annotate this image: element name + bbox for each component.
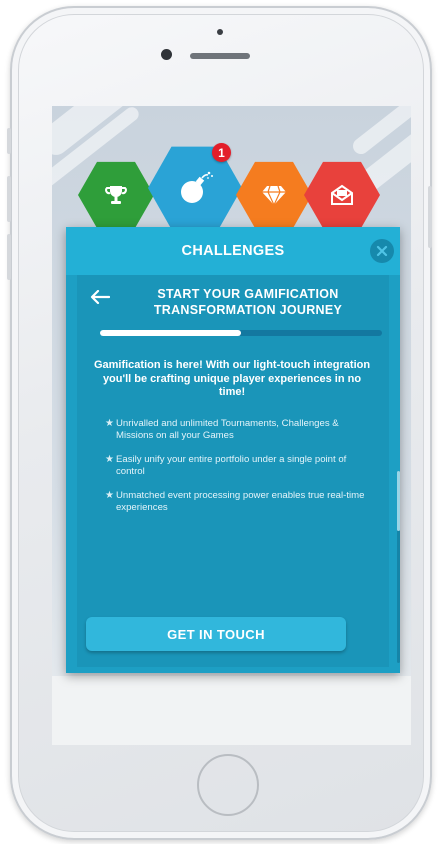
- progress-fill: [100, 330, 241, 336]
- feature-text: Unrivalled and unlimited Tournaments, Ch…: [115, 418, 339, 441]
- journey-card: START YOUR GAMIFICATION TRANSFORMATION J…: [77, 275, 400, 667]
- close-button[interactable]: [370, 239, 394, 263]
- diamond-icon: [262, 185, 286, 207]
- star-icon: ★: [105, 490, 114, 501]
- challenges-panel: CHALLENGES START YOUR GAMIFICATION TRANS…: [66, 227, 400, 673]
- list-item: ★ Unmatched event processing power enabl…: [105, 490, 367, 514]
- intro-text: Gamification is here! With our light-tou…: [93, 359, 371, 398]
- star-icon: ★: [105, 418, 114, 429]
- feature-text: Unmatched event processing power enables…: [115, 490, 365, 513]
- panel-header: CHALLENGES: [66, 227, 400, 275]
- proximity-sensor: [217, 29, 223, 35]
- challenges-badge: 1: [212, 143, 231, 162]
- back-arrow-icon: [90, 289, 111, 305]
- feature-list: ★ Unrivalled and unlimited Tournaments, …: [105, 418, 367, 526]
- back-button[interactable]: [90, 289, 111, 309]
- earpiece-speaker: [190, 53, 250, 59]
- mute-switch: [7, 128, 11, 154]
- envelope-icon: [331, 184, 353, 205]
- list-item: ★ Unrivalled and unlimited Tournaments, …: [105, 418, 367, 442]
- power-button: [428, 186, 432, 248]
- volume-down-button: [7, 234, 11, 280]
- bottom-area: [52, 676, 411, 745]
- close-icon: [376, 245, 388, 257]
- get-in-touch-button[interactable]: GET IN TOUCH: [86, 617, 346, 651]
- scroll-thumb[interactable]: [397, 471, 400, 531]
- list-item: ★ Easily unify your entire portfolio und…: [105, 454, 367, 478]
- bomb-icon: [181, 171, 213, 203]
- feature-text: Easily unify your entire portfolio under…: [115, 454, 347, 477]
- scrollbar[interactable]: [397, 471, 400, 663]
- trophy-icon: [105, 186, 127, 204]
- progress-bar: [100, 330, 382, 336]
- volume-up-button: [7, 176, 11, 222]
- front-camera: [161, 49, 172, 60]
- home-button[interactable]: [197, 754, 259, 816]
- panel-title: CHALLENGES: [181, 243, 285, 259]
- journey-title: START YOUR GAMIFICATION TRANSFORMATION J…: [153, 287, 343, 317]
- star-icon: ★: [105, 454, 114, 465]
